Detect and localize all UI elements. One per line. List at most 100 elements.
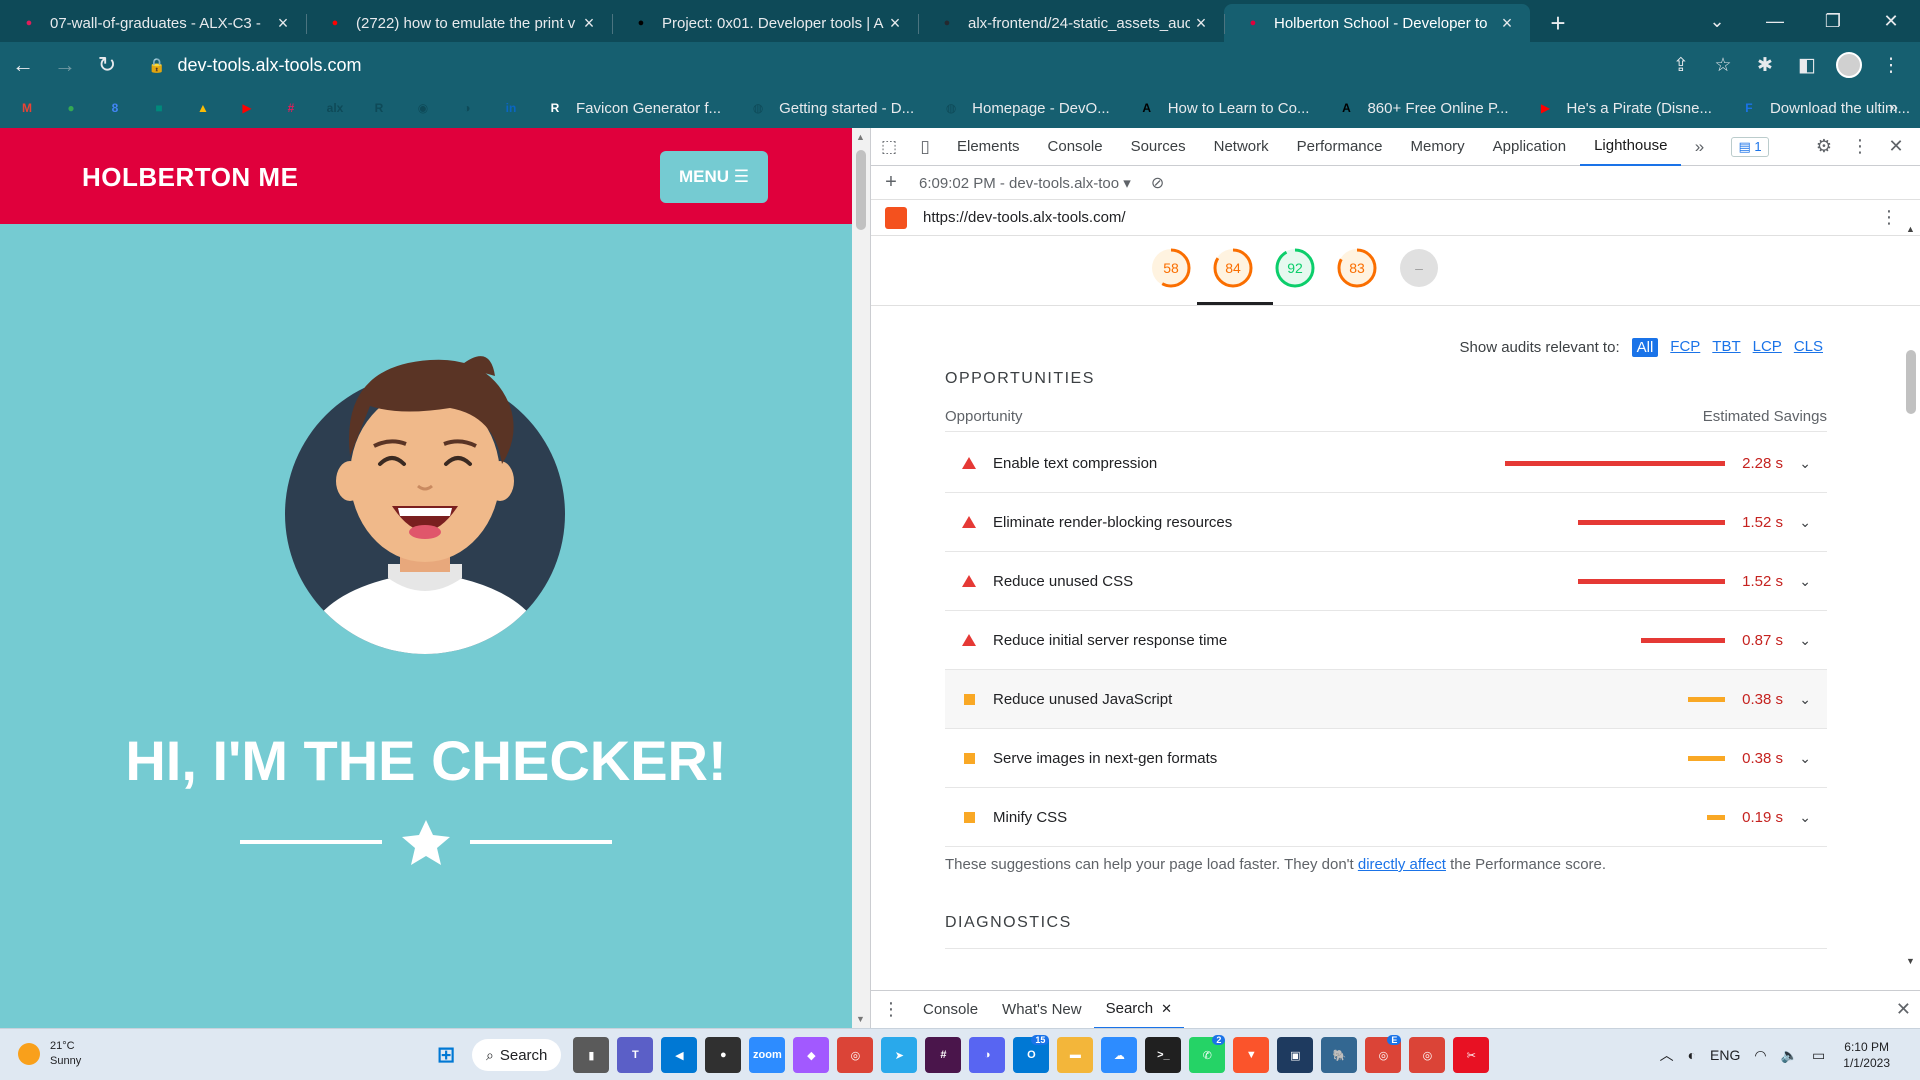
- close-tab-icon[interactable]: ×: [884, 13, 906, 34]
- devtools-tab-console[interactable]: Console: [1034, 128, 1117, 166]
- close-tab-icon[interactable]: ×: [1190, 13, 1212, 34]
- chevron-down-icon[interactable]: ⌄: [1799, 809, 1811, 826]
- minimize-button[interactable]: —: [1746, 11, 1804, 32]
- drive-icon[interactable]: ▲: [192, 97, 214, 119]
- opportunity-row[interactable]: Reduce unused CSS 1.52 s ⌄: [945, 552, 1827, 611]
- filter-chip-all[interactable]: All: [1631, 338, 1659, 357]
- device-toolbar-icon[interactable]: ▯: [907, 137, 943, 157]
- browser-tab[interactable]: ● 07-wall-of-graduates - ALX-C3 - ×: [0, 4, 306, 42]
- report-select[interactable]: 6:09:02 PM - dev-tools.alx-too ▾: [919, 174, 1131, 192]
- filter-chip-tbt[interactable]: TBT: [1712, 338, 1740, 357]
- more-tabs-icon[interactable]: »: [1681, 137, 1717, 157]
- menu-button[interactable]: MENU ☰: [660, 151, 768, 203]
- forward-button[interactable]: →: [46, 46, 84, 84]
- maps-icon[interactable]: ●: [60, 97, 82, 119]
- report-menu-icon[interactable]: ⋮: [1880, 207, 1898, 228]
- back-button[interactable]: ←: [4, 46, 42, 84]
- chevron-down-icon[interactable]: ⌄: [1799, 632, 1811, 649]
- tray-app-icon[interactable]: ◐: [1688, 1047, 1696, 1063]
- youtube-icon[interactable]: ▶: [236, 97, 258, 119]
- chevron-down-icon[interactable]: ⌄: [1799, 691, 1811, 708]
- chrome-active-icon[interactable]: ◎: [1409, 1037, 1446, 1073]
- profile-avatar[interactable]: [1836, 52, 1862, 78]
- gmail-icon[interactable]: M: [16, 97, 38, 119]
- alx-icon[interactable]: alx: [324, 97, 346, 119]
- browser-tab[interactable]: ● Project: 0x01. Developer tools | A ×: [612, 4, 918, 42]
- postgres-icon[interactable]: 🐘: [1321, 1037, 1358, 1073]
- github-icon[interactable]: ◉: [412, 97, 434, 119]
- teams-icon[interactable]: T: [617, 1037, 654, 1073]
- close-tab-icon[interactable]: ×: [272, 13, 294, 34]
- terminal-icon[interactable]: >_: [1145, 1037, 1182, 1073]
- tray-overflow-icon[interactable]: ︿: [1660, 1045, 1674, 1065]
- browser-tab[interactable]: ● alx-frontend/24-static_assets_auc ×: [918, 4, 1224, 42]
- chevron-down-icon[interactable]: ⌄: [1799, 750, 1811, 767]
- tab-search-icon[interactable]: ⌄: [1688, 11, 1746, 32]
- report-scroll-down-icon[interactable]: ▼: [1906, 956, 1915, 966]
- close-devtools-icon[interactable]: ✕: [1878, 136, 1914, 157]
- lock-icon[interactable]: 🔒: [148, 57, 165, 74]
- score-gauge[interactable]: 84: [1211, 246, 1255, 290]
- score-gauge[interactable]: 83: [1335, 246, 1379, 290]
- slack-icon[interactable]: #: [925, 1037, 962, 1073]
- side-panel-icon[interactable]: ◧: [1786, 46, 1828, 84]
- extensions-icon[interactable]: ✱: [1744, 46, 1786, 84]
- cloud-icon[interactable]: ☁: [1101, 1037, 1138, 1073]
- opportunity-row[interactable]: Reduce unused JavaScript 0.38 s ⌄: [945, 670, 1827, 729]
- directly-affect-link[interactable]: directly affect: [1358, 856, 1446, 873]
- chrome-icon[interactable]: ◎: [837, 1037, 874, 1073]
- bookmark-item[interactable]: A How to Learn to Co...: [1136, 97, 1309, 119]
- drawer-menu-icon[interactable]: ⋮: [871, 999, 911, 1020]
- discord-icon[interactable]: ◑: [969, 1037, 1006, 1073]
- bookmark-item[interactable]: R Favicon Generator f...: [544, 97, 721, 119]
- share-icon[interactable]: ⇪: [1660, 46, 1702, 84]
- chevron-down-icon[interactable]: ⌄: [1799, 514, 1811, 531]
- reload-button[interactable]: ↻: [88, 46, 126, 84]
- opportunity-row[interactable]: Eliminate render-blocking resources 1.52 …: [945, 493, 1827, 552]
- new-report-icon[interactable]: +: [871, 171, 911, 194]
- folder-icon[interactable]: ▬: [1057, 1037, 1094, 1073]
- score-gauge[interactable]: 92: [1273, 246, 1317, 290]
- report-scroll-thumb[interactable]: [1906, 350, 1916, 414]
- drawer-tab[interactable]: What's New: [990, 991, 1094, 1029]
- taskbar-search[interactable]: ⌕ Search: [472, 1039, 562, 1071]
- bookmark-item[interactable]: ◍ Homepage - DevO...: [940, 97, 1110, 119]
- drawer-tab[interactable]: Search ✕: [1093, 991, 1185, 1029]
- close-tab-icon[interactable]: ×: [1496, 13, 1518, 34]
- opportunity-row[interactable]: Serve images in next-gen formats 0.38 s ⌄: [945, 729, 1827, 788]
- bookmarks-overflow-icon[interactable]: »: [1889, 99, 1898, 117]
- devtools-tab-memory[interactable]: Memory: [1397, 128, 1479, 166]
- devtools-tab-application[interactable]: Application: [1479, 128, 1580, 166]
- clear-reports-icon[interactable]: ⊘: [1151, 173, 1164, 193]
- close-tab-icon[interactable]: ×: [578, 13, 600, 34]
- discord-icon[interactable]: ◑: [456, 97, 478, 119]
- calendar-icon[interactable]: 8: [104, 97, 126, 119]
- devtools-menu-icon[interactable]: ⋮: [1842, 136, 1878, 157]
- zoom-icon[interactable]: zoom: [749, 1037, 786, 1073]
- windows-terminal-icon[interactable]: ▣: [1277, 1037, 1314, 1073]
- score-gauge[interactable]: –: [1397, 246, 1441, 290]
- windows-start-icon[interactable]: ⊞: [428, 1037, 464, 1073]
- close-drawer-icon[interactable]: ✕: [1896, 999, 1911, 1020]
- address-bar[interactable]: 🔒 dev-tools.alx-tools.com: [136, 48, 1656, 82]
- restore-button[interactable]: ❐: [1804, 11, 1862, 32]
- bookmark-item[interactable]: ▶ He's a Pirate (Disne...: [1535, 97, 1712, 119]
- linkedin-icon[interactable]: in: [500, 97, 522, 119]
- scroll-down-icon[interactable]: ▼: [856, 1014, 865, 1024]
- filter-chip-lcp[interactable]: LCP: [1753, 338, 1782, 357]
- close-window-button[interactable]: ✕: [1862, 11, 1920, 32]
- r-icon[interactable]: R: [368, 97, 390, 119]
- browser-tab[interactable]: ● (2722) how to emulate the print v ×: [306, 4, 612, 42]
- vscode-icon[interactable]: ◀: [661, 1037, 698, 1073]
- chevron-down-icon[interactable]: ⌄: [1799, 573, 1811, 590]
- clock[interactable]: 6:10 PM 1/1/2023: [1843, 1039, 1890, 1071]
- chrome-profile-icon[interactable]: ◎ E: [1365, 1035, 1402, 1073]
- report-scrollbar[interactable]: ▲ ▼: [1902, 220, 1920, 970]
- bookmark-star-icon[interactable]: ☆: [1702, 46, 1744, 84]
- report-url[interactable]: https://dev-tools.alx-tools.com/: [923, 209, 1126, 226]
- close-drawer-tab-icon[interactable]: ✕: [1161, 1001, 1172, 1017]
- bookmark-item[interactable]: F Download the ultim...: [1738, 97, 1910, 119]
- issues-badge[interactable]: ▤ 1: [1731, 136, 1769, 157]
- telegram-icon[interactable]: ➤: [881, 1037, 918, 1073]
- page-scroll-thumb[interactable]: [856, 150, 866, 230]
